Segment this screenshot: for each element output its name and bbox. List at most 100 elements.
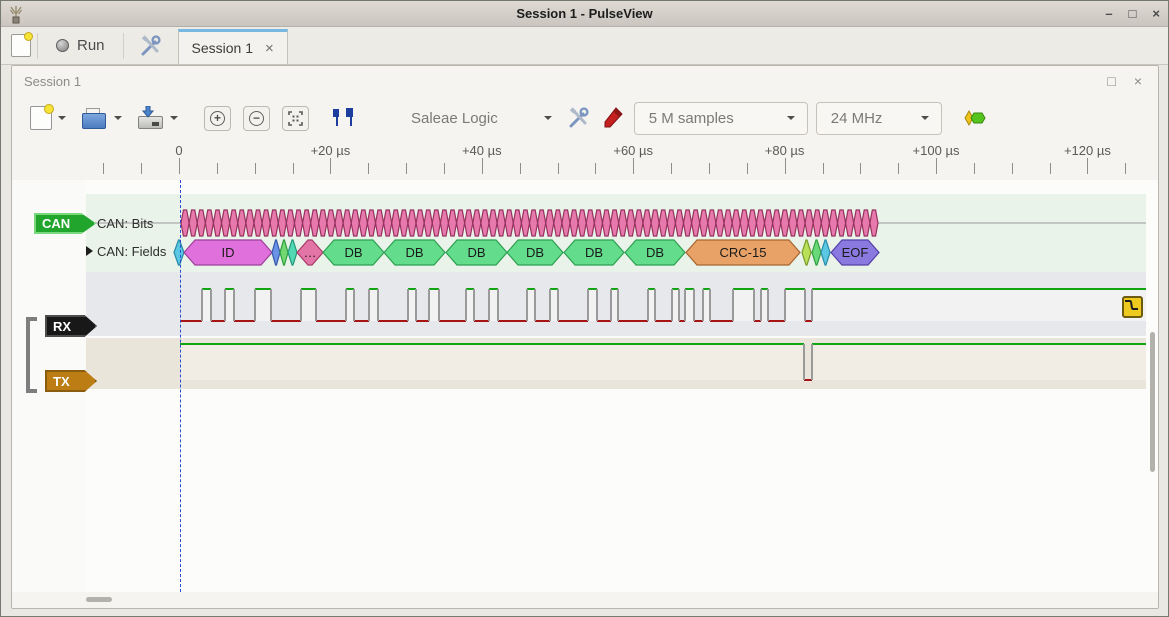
new-file-group[interactable] bbox=[30, 106, 66, 130]
signal-high-region bbox=[812, 344, 1146, 380]
sample-count-combobox[interactable]: 5 M samples bbox=[634, 102, 808, 135]
bit-annotation bbox=[724, 210, 732, 236]
zoom-out-button[interactable]: − bbox=[243, 106, 270, 131]
ruler-tick bbox=[1012, 163, 1013, 174]
bit-annotation bbox=[448, 210, 456, 236]
subwindow-restore-button[interactable]: □ bbox=[1107, 73, 1115, 89]
signal-high-region bbox=[761, 289, 768, 321]
bit-annotation bbox=[570, 210, 578, 236]
bit-annotation bbox=[773, 210, 781, 236]
time-ruler[interactable]: 0+20 µs+40 µs+60 µs+80 µs+100 µs+120 µs bbox=[12, 140, 1158, 180]
sample-rate-value: 24 MHz bbox=[831, 110, 911, 127]
ruler-tick bbox=[860, 163, 861, 174]
new-session-icon[interactable] bbox=[11, 34, 31, 57]
trigger-marker[interactable] bbox=[1122, 296, 1143, 318]
sample-rate-combobox[interactable]: 24 MHz bbox=[816, 102, 942, 135]
maximize-button[interactable]: □ bbox=[1129, 5, 1137, 23]
bit-annotation bbox=[611, 210, 619, 236]
signal-edge bbox=[488, 289, 490, 321]
configure-device-icon[interactable] bbox=[566, 106, 590, 130]
zoom-in-button[interactable]: + bbox=[204, 106, 231, 131]
horizontal-scrollbar[interactable] bbox=[86, 597, 112, 602]
ruler-tick bbox=[747, 163, 748, 174]
bit-annotation bbox=[400, 210, 408, 236]
bit-annotation bbox=[643, 210, 651, 236]
bit-annotation bbox=[481, 210, 489, 236]
ruler-tick bbox=[330, 158, 331, 174]
signal-edge bbox=[549, 289, 551, 321]
chevron-down-icon[interactable] bbox=[58, 116, 66, 120]
bit-annotation bbox=[278, 210, 286, 236]
main-toolbar: Run Session 1 × bbox=[1, 27, 1168, 65]
bit-annotation bbox=[351, 210, 359, 236]
bit-annotation bbox=[870, 210, 878, 236]
field-annotation bbox=[812, 240, 821, 265]
chevron-down-icon[interactable] bbox=[114, 116, 122, 120]
fields-row-label[interactable]: CAN: Fields bbox=[97, 244, 166, 259]
run-button[interactable]: Run bbox=[44, 37, 117, 54]
bit-annotation bbox=[748, 210, 756, 236]
sample-count-value: 5 M samples bbox=[649, 110, 777, 127]
signal-high-region bbox=[733, 289, 754, 321]
bit-annotation bbox=[457, 210, 465, 236]
bit-annotation bbox=[651, 210, 659, 236]
bit-annotation bbox=[262, 210, 270, 236]
bit-annotation bbox=[602, 210, 610, 236]
vertical-scrollbar[interactable] bbox=[1150, 332, 1155, 472]
bit-annotation bbox=[303, 210, 311, 236]
close-button[interactable]: × bbox=[1152, 5, 1160, 23]
trace-view[interactable]: ID…DBDBDBDBDBDBCRC-15EOF CAN: Bits CAN: … bbox=[12, 180, 1158, 592]
ruler-tick bbox=[1050, 163, 1051, 174]
ruler-tick bbox=[671, 163, 672, 174]
probe-icon[interactable] bbox=[602, 106, 624, 130]
session-subwindow: Session 1 □ × bbox=[11, 65, 1159, 609]
device-selector[interactable]: Saleae Logic bbox=[411, 110, 552, 127]
bit-annotation bbox=[562, 210, 570, 236]
field-annotation bbox=[288, 240, 297, 265]
signal-edge bbox=[678, 289, 680, 321]
bit-annotation bbox=[781, 210, 789, 236]
session-tab[interactable]: Session 1 × bbox=[178, 29, 288, 64]
bit-annotation bbox=[432, 210, 440, 236]
bit-annotation bbox=[367, 210, 375, 236]
bit-annotation bbox=[530, 210, 538, 236]
signal-high-region bbox=[369, 289, 378, 321]
time-cursor[interactable] bbox=[180, 180, 181, 592]
bit-annotation bbox=[821, 210, 829, 236]
ruler-label: 0 bbox=[175, 143, 182, 158]
can-decoder-band: ID…DBDBDBDBDBDBCRC-15EOF bbox=[86, 194, 1146, 272]
ruler-tick bbox=[1125, 163, 1126, 174]
expand-arrow-icon[interactable] bbox=[86, 246, 93, 256]
bit-annotation bbox=[635, 210, 643, 236]
bit-annotation bbox=[716, 210, 724, 236]
subwindow-footer bbox=[12, 592, 1158, 608]
signal-high-region bbox=[703, 289, 710, 321]
chevron-down-icon[interactable] bbox=[170, 116, 178, 120]
ruler-tick bbox=[293, 163, 294, 174]
save-group[interactable] bbox=[138, 108, 178, 129]
ruler-tick bbox=[482, 158, 483, 174]
bits-row-label[interactable]: CAN: Bits bbox=[97, 216, 153, 231]
settings-tools-icon[interactable] bbox=[138, 34, 162, 58]
signal-high-region bbox=[785, 289, 805, 321]
session-tab-close-icon[interactable]: × bbox=[265, 40, 274, 57]
ruler-tick bbox=[1087, 158, 1088, 174]
add-decoder-icon[interactable] bbox=[962, 109, 990, 127]
zoom-fit-button[interactable] bbox=[282, 106, 309, 131]
signal-edge bbox=[596, 289, 598, 321]
signal-high-region bbox=[225, 289, 234, 321]
bit-annotation bbox=[732, 210, 740, 236]
signal-high-region bbox=[202, 289, 211, 321]
ruler-label: +60 µs bbox=[613, 143, 653, 158]
subwindow-close-button[interactable]: × bbox=[1134, 73, 1142, 89]
signal-edge bbox=[353, 289, 355, 321]
bit-annotation bbox=[578, 210, 586, 236]
trigger-flags-icon[interactable] bbox=[331, 108, 359, 128]
field-label: DB bbox=[467, 245, 485, 260]
bit-annotation bbox=[384, 210, 392, 236]
open-file-group[interactable] bbox=[82, 108, 122, 129]
signal-edge bbox=[377, 289, 379, 321]
minimize-button[interactable]: – bbox=[1105, 5, 1112, 23]
signal-edge bbox=[709, 289, 711, 321]
bit-annotation bbox=[311, 210, 319, 236]
